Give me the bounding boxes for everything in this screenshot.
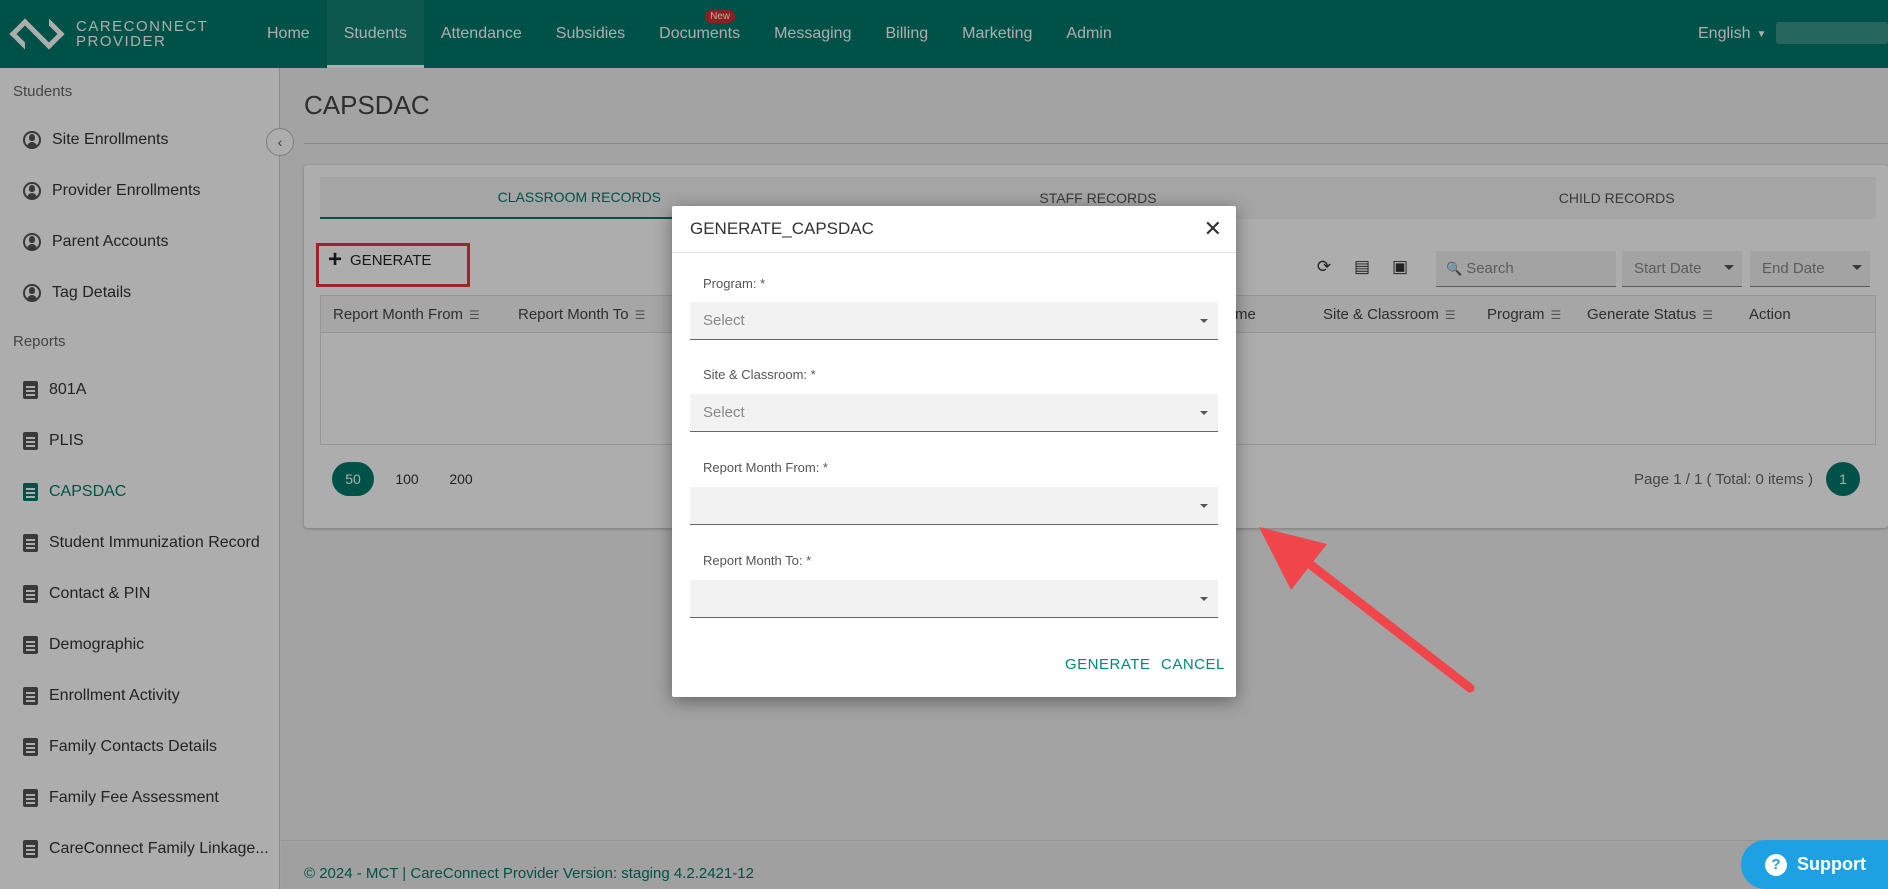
caret-down-icon <box>1200 597 1208 601</box>
support-button[interactable]: ? Support <box>1741 840 1888 889</box>
dialog-generate-button[interactable]: GENERATE <box>1065 656 1150 673</box>
caret-down-icon <box>1200 319 1208 323</box>
caret-down-icon <box>1200 411 1208 415</box>
site-classroom-placeholder: Select <box>703 404 745 421</box>
report-month-to-label: Report Month To: * <box>703 553 812 568</box>
report-month-to-select[interactable] <box>690 580 1218 618</box>
close-icon[interactable]: ✕ <box>1204 218 1222 240</box>
program-select[interactable]: Select <box>690 302 1218 340</box>
generate-capsdac-dialog: GENERATE_CAPSDAC ✕ Program: * Select Sit… <box>672 206 1236 697</box>
report-month-from-select[interactable] <box>690 487 1218 525</box>
dialog-title: GENERATE_CAPSDAC <box>672 206 1236 253</box>
dialog-cancel-button[interactable]: CANCEL <box>1161 656 1225 673</box>
program-label: Program: * <box>703 276 766 291</box>
help-icon: ? <box>1765 853 1787 876</box>
site-classroom-label: Site & Classroom: * <box>703 367 816 382</box>
site-classroom-select[interactable]: Select <box>690 394 1218 432</box>
support-label: Support <box>1797 854 1866 874</box>
report-month-from-label: Report Month From: * <box>703 460 828 475</box>
caret-down-icon <box>1200 504 1208 508</box>
program-placeholder: Select <box>703 312 745 329</box>
